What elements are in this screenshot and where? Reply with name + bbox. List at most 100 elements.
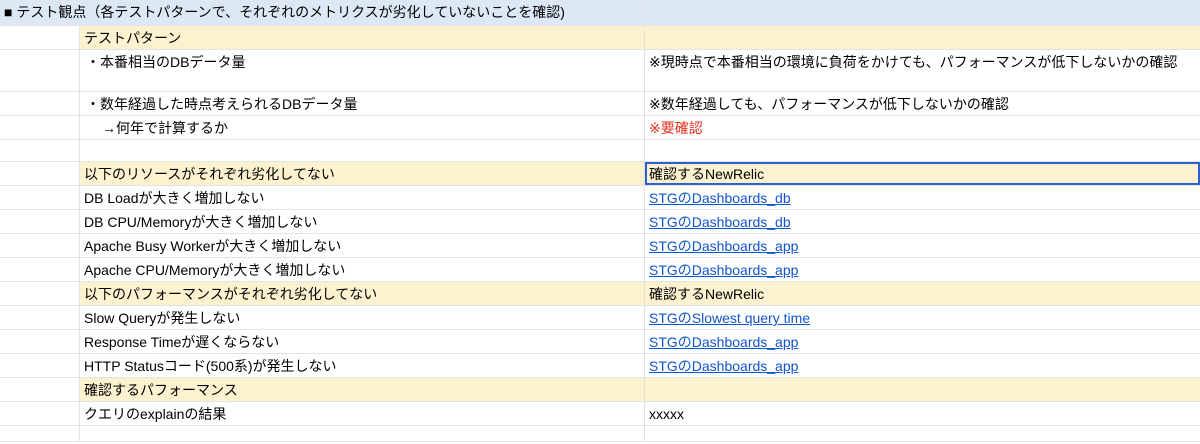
cell-empty[interactable] bbox=[0, 116, 80, 139]
cell-empty[interactable] bbox=[0, 402, 80, 425]
resource-label: Apache CPU/Memoryが大きく増加しない bbox=[84, 262, 346, 278]
resources-header-right-cell[interactable]: 確認するNewRelic bbox=[645, 162, 1200, 185]
resources-header-label: 以下のリソースがそれぞれ劣化してない bbox=[84, 166, 335, 182]
cell-empty[interactable] bbox=[0, 258, 80, 281]
pattern2-sub-row: →何年で計算するか ※要確認 bbox=[0, 116, 1200, 140]
title-row: ■ テスト観点（各テストパターンで、それぞれのメトリクスが劣化していないことを確… bbox=[0, 0, 1200, 26]
resource-label: Apache Busy Workerが大きく増加しない bbox=[84, 238, 342, 254]
performance-row: Response Timeが遅くならない STGのDashboards_app bbox=[0, 330, 1200, 354]
pattern2-sub-cell[interactable]: →何年で計算するか bbox=[80, 116, 645, 139]
empty-row bbox=[0, 140, 1200, 162]
confirm-header-row: 確認するパフォーマンス bbox=[0, 378, 1200, 402]
resource-link-cell[interactable]: STGのDashboards_app bbox=[645, 258, 1200, 281]
resource-link-cell[interactable]: STGのDashboards_db bbox=[645, 186, 1200, 209]
performance-row: HTTP Statusコード(500系)が発生しない STGのDashboard… bbox=[0, 354, 1200, 378]
resource-label-cell[interactable]: Apache CPU/Memoryが大きく増加しない bbox=[80, 258, 645, 281]
performance-link-cell[interactable]: STGのDashboards_app bbox=[645, 354, 1200, 377]
explain-row: クエリのexplainの結果 xxxxx bbox=[0, 402, 1200, 426]
performance-link-cell[interactable]: STGのDashboards_app bbox=[645, 330, 1200, 353]
dashboard-link[interactable]: STGのDashboards_app bbox=[649, 238, 798, 254]
resource-label-cell[interactable]: DB CPU/Memoryが大きく増加しない bbox=[80, 210, 645, 233]
resource-link-cell[interactable]: STGのDashboards_app bbox=[645, 234, 1200, 257]
sheet-title: ■ テスト観点（各テストパターンで、それぞれのメトリクスが劣化していないことを確… bbox=[4, 4, 565, 20]
cell-empty[interactable] bbox=[645, 0, 1200, 25]
performance-link-cell[interactable]: STGのSlowest query time bbox=[645, 306, 1200, 329]
cell-empty[interactable] bbox=[0, 162, 80, 185]
dashboard-link[interactable]: STGのDashboards_app bbox=[649, 262, 798, 278]
resource-label-cell[interactable]: DB Loadが大きく増加しない bbox=[80, 186, 645, 209]
pattern1-label-cell[interactable]: ・本番相当のDBデータ量 bbox=[80, 50, 645, 91]
cell-empty[interactable] bbox=[645, 26, 1200, 49]
confirm-header-cell[interactable]: 確認するパフォーマンス bbox=[80, 378, 645, 401]
explain-value: xxxxx bbox=[649, 406, 684, 422]
performance-header-row: 以下のパフォーマンスがそれぞれ劣化してない 確認するNewRelic bbox=[0, 282, 1200, 306]
cell-empty[interactable] bbox=[0, 92, 80, 115]
pattern2-sub-note-cell[interactable]: ※要確認 bbox=[645, 116, 1200, 139]
pattern2-label: ・数年経過した時点考えられるDBデータ量 bbox=[86, 96, 358, 112]
cell-empty[interactable] bbox=[0, 306, 80, 329]
cell-empty[interactable] bbox=[0, 282, 80, 305]
cell-empty[interactable] bbox=[0, 210, 80, 233]
cell-empty[interactable] bbox=[645, 378, 1200, 401]
performance-label: HTTP Statusコード(500系)が発生しない bbox=[84, 358, 337, 374]
explain-label: クエリのexplainの結果 bbox=[84, 406, 227, 422]
pattern1-row: ・本番相当のDBデータ量 ※現時点で本番相当の環境に負荷をかけても、パフォーマン… bbox=[0, 50, 1200, 92]
performance-label: Slow Queryが発生しない bbox=[84, 310, 241, 326]
dashboard-link[interactable]: STGのDashboards_db bbox=[649, 214, 791, 230]
dashboard-link[interactable]: STGのDashboards_db bbox=[649, 190, 791, 206]
dashboard-link[interactable]: STGのSlowest query time bbox=[649, 310, 810, 326]
pattern2-note: ※数年経過しても、パフォーマンスが低下しないかの確認 bbox=[649, 96, 1009, 112]
performance-header-cell[interactable]: 以下のパフォーマンスがそれぞれ劣化してない bbox=[80, 282, 645, 305]
spreadsheet-grid: ■ テスト観点（各テストパターンで、それぞれのメトリクスが劣化していないことを確… bbox=[0, 0, 1200, 444]
explain-label-cell[interactable]: クエリのexplainの結果 bbox=[80, 402, 645, 425]
cell-empty[interactable] bbox=[80, 140, 645, 161]
explain-value-cell[interactable]: xxxxx bbox=[645, 402, 1200, 425]
cell-empty[interactable] bbox=[0, 26, 80, 49]
resource-row: DB CPU/Memoryが大きく増加しない STGのDashboards_db bbox=[0, 210, 1200, 234]
cell-empty[interactable] bbox=[0, 330, 80, 353]
performance-label-cell[interactable]: HTTP Statusコード(500系)が発生しない bbox=[80, 354, 645, 377]
performance-header-label: 以下のパフォーマンスがそれぞれ劣化してない bbox=[84, 286, 378, 302]
cell-empty[interactable] bbox=[0, 426, 80, 441]
resource-row: Apache Busy Workerが大きく増加しない STGのDashboar… bbox=[0, 234, 1200, 258]
pattern-header-cell[interactable]: テストパターン bbox=[80, 26, 645, 49]
pattern2-label-cell[interactable]: ・数年経過した時点考えられるDBデータ量 bbox=[80, 92, 645, 115]
cell-empty[interactable] bbox=[0, 234, 80, 257]
resources-header-row: 以下のリソースがそれぞれ劣化してない 確認するNewRelic bbox=[0, 162, 1200, 186]
cell-empty[interactable] bbox=[0, 354, 80, 377]
cell-empty[interactable] bbox=[645, 140, 1200, 161]
pattern1-label: ・本番相当のDBデータ量 bbox=[86, 54, 246, 70]
cell-empty[interactable] bbox=[645, 426, 1200, 441]
cell-empty[interactable] bbox=[0, 140, 80, 161]
confirm-header-label: 確認するパフォーマンス bbox=[84, 382, 238, 398]
resource-label-cell[interactable]: Apache Busy Workerが大きく増加しない bbox=[80, 234, 645, 257]
title-cell[interactable]: ■ テスト観点（各テストパターンで、それぞれのメトリクスが劣化していないことを確… bbox=[0, 0, 645, 25]
pattern2-sub-label: →何年で計算するか bbox=[102, 120, 228, 136]
resource-row: Apache CPU/Memoryが大きく増加しない STGのDashboard… bbox=[0, 258, 1200, 282]
resources-header-cell[interactable]: 以下のリソースがそれぞれ劣化してない bbox=[80, 162, 645, 185]
dashboard-link[interactable]: STGのDashboards_app bbox=[649, 334, 798, 350]
resource-link-cell[interactable]: STGのDashboards_db bbox=[645, 210, 1200, 233]
performance-row: Slow Queryが発生しない STGのSlowest query time bbox=[0, 306, 1200, 330]
performance-label-cell[interactable]: Slow Queryが発生しない bbox=[80, 306, 645, 329]
pattern1-note-cell[interactable]: ※現時点で本番相当の環境に負荷をかけても、パフォーマンスが低下しないかの確認 bbox=[645, 50, 1200, 91]
resource-row: DB Loadが大きく増加しない STGのDashboards_db bbox=[0, 186, 1200, 210]
performance-header-right-label: 確認するNewRelic bbox=[649, 286, 765, 302]
empty-row bbox=[0, 426, 1200, 442]
resource-label: DB Loadが大きく増加しない bbox=[84, 190, 265, 206]
cell-empty[interactable] bbox=[80, 426, 645, 441]
performance-label: Response Timeが遅くならない bbox=[84, 334, 280, 350]
resources-header-right-label: 確認するNewRelic bbox=[649, 166, 765, 182]
resource-label: DB CPU/Memoryが大きく増加しない bbox=[84, 214, 318, 230]
pattern1-note: ※現時点で本番相当の環境に負荷をかけても、パフォーマンスが低下しないかの確認 bbox=[649, 54, 1178, 70]
pattern2-sub-note: ※要確認 bbox=[649, 120, 703, 136]
cell-empty[interactable] bbox=[0, 186, 80, 209]
pattern-header-label: テストパターン bbox=[84, 30, 182, 46]
performance-label-cell[interactable]: Response Timeが遅くならない bbox=[80, 330, 645, 353]
performance-header-right-cell[interactable]: 確認するNewRelic bbox=[645, 282, 1200, 305]
cell-empty[interactable] bbox=[0, 50, 80, 91]
cell-empty[interactable] bbox=[0, 378, 80, 401]
dashboard-link[interactable]: STGのDashboards_app bbox=[649, 358, 798, 374]
pattern2-row: ・数年経過した時点考えられるDBデータ量 ※数年経過しても、パフォーマンスが低下… bbox=[0, 92, 1200, 116]
pattern2-note-cell[interactable]: ※数年経過しても、パフォーマンスが低下しないかの確認 bbox=[645, 92, 1200, 115]
